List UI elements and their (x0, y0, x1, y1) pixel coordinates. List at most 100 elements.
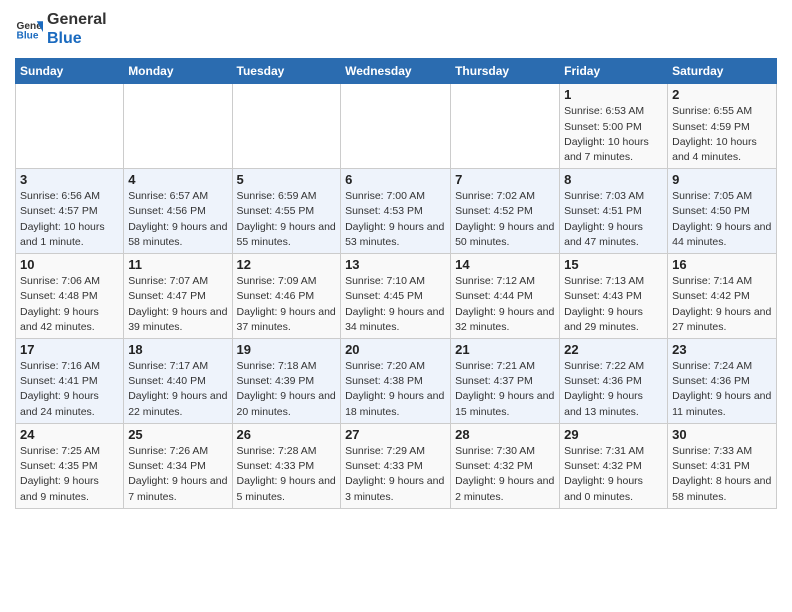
day-info: Sunrise: 7:30 AM Sunset: 4:32 PM Dayligh… (455, 444, 555, 505)
calendar-cell: 30 Sunrise: 7:33 AM Sunset: 4:31 PM Dayli… (668, 423, 777, 508)
logo-icon: General Blue (15, 15, 43, 43)
calendar-cell: 27 Sunrise: 7:29 AM Sunset: 4:33 PM Dayli… (341, 423, 451, 508)
day-info: Sunrise: 7:33 AM Sunset: 4:31 PM Dayligh… (672, 444, 772, 505)
day-info: Sunrise: 7:24 AM Sunset: 4:36 PM Dayligh… (672, 359, 772, 420)
day-number: 23 (672, 342, 772, 357)
day-info: Sunrise: 7:29 AM Sunset: 4:33 PM Dayligh… (345, 444, 446, 505)
day-number: 7 (455, 172, 555, 187)
logo: General Blue General Blue (15, 10, 107, 48)
day-number: 20 (345, 342, 446, 357)
header-cell-thursday: Thursday (451, 59, 560, 84)
day-info: Sunrise: 7:22 AM Sunset: 4:36 PM Dayligh… (564, 359, 663, 420)
day-number: 30 (672, 427, 772, 442)
calendar-cell (16, 84, 124, 169)
day-info: Sunrise: 7:03 AM Sunset: 4:51 PM Dayligh… (564, 189, 663, 250)
calendar-cell: 29Sunrise: 7:31 AM Sunset: 4:32 PM Dayli… (560, 423, 668, 508)
header-cell-wednesday: Wednesday (341, 59, 451, 84)
day-number: 1 (564, 87, 663, 102)
calendar-cell (341, 84, 451, 169)
calendar-cell: 5Sunrise: 6:59 AM Sunset: 4:55 PM Daylig… (232, 169, 341, 254)
day-number: 3 (20, 172, 119, 187)
page-header: General Blue General Blue (15, 10, 777, 48)
day-info: Sunrise: 7:18 AM Sunset: 4:39 PM Dayligh… (237, 359, 337, 420)
calendar-cell: 2Sunrise: 6:55 AM Sunset: 4:59 PM Daylig… (668, 84, 777, 169)
day-number: 6 (345, 172, 446, 187)
day-info: Sunrise: 7:12 AM Sunset: 4:44 PM Dayligh… (455, 274, 555, 335)
calendar-cell: 14 Sunrise: 7:12 AM Sunset: 4:44 PM Dayli… (451, 254, 560, 339)
calendar-cell: 1 Sunrise: 6:53 AM Sunset: 5:00 PM Daylig… (560, 84, 668, 169)
day-number: 15 (564, 257, 663, 272)
day-info: Sunrise: 6:57 AM Sunset: 4:56 PM Dayligh… (128, 189, 227, 250)
calendar-week-4: 24 Sunrise: 7:25 AM Sunset: 4:35 PM Dayli… (16, 423, 777, 508)
day-info: Sunrise: 7:13 AM Sunset: 4:43 PM Dayligh… (564, 274, 663, 335)
day-number: 19 (237, 342, 337, 357)
calendar-week-3: 17 Sunrise: 7:16 AM Sunset: 4:41 PM Dayli… (16, 339, 777, 424)
day-number: 18 (128, 342, 227, 357)
calendar-header: SundayMondayTuesdayWednesdayThursdayFrid… (16, 59, 777, 84)
day-number: 26 (237, 427, 337, 442)
calendar-cell: 24 Sunrise: 7:25 AM Sunset: 4:35 PM Dayli… (16, 423, 124, 508)
day-info: Sunrise: 6:53 AM Sunset: 5:00 PM Dayligh… (564, 104, 663, 165)
calendar-cell: 19 Sunrise: 7:18 AM Sunset: 4:39 PM Dayli… (232, 339, 341, 424)
day-number: 16 (672, 257, 772, 272)
day-info: Sunrise: 7:10 AM Sunset: 4:45 PM Dayligh… (345, 274, 446, 335)
day-info: Sunrise: 7:09 AM Sunset: 4:46 PM Dayligh… (237, 274, 337, 335)
calendar-cell: 13 Sunrise: 7:10 AM Sunset: 4:45 PM Dayli… (341, 254, 451, 339)
calendar-cell: 9 Sunrise: 7:05 AM Sunset: 4:50 PM Daylig… (668, 169, 777, 254)
calendar-cell: 18 Sunrise: 7:17 AM Sunset: 4:40 PM Dayli… (124, 339, 232, 424)
day-info: Sunrise: 7:02 AM Sunset: 4:52 PM Dayligh… (455, 189, 555, 250)
logo-text: General Blue (47, 10, 107, 48)
calendar-cell: 10Sunrise: 7:06 AM Sunset: 4:48 PM Dayli… (16, 254, 124, 339)
calendar-cell: 17 Sunrise: 7:16 AM Sunset: 4:41 PM Dayli… (16, 339, 124, 424)
day-info: Sunrise: 6:59 AM Sunset: 4:55 PM Dayligh… (237, 189, 337, 250)
day-info: Sunrise: 7:20 AM Sunset: 4:38 PM Dayligh… (345, 359, 446, 420)
day-number: 13 (345, 257, 446, 272)
calendar-week-0: 1 Sunrise: 6:53 AM Sunset: 5:00 PM Daylig… (16, 84, 777, 169)
day-number: 14 (455, 257, 555, 272)
day-info: Sunrise: 7:06 AM Sunset: 4:48 PM Dayligh… (20, 274, 119, 335)
calendar-cell (232, 84, 341, 169)
day-info: Sunrise: 7:25 AM Sunset: 4:35 PM Dayligh… (20, 444, 119, 505)
day-info: Sunrise: 6:55 AM Sunset: 4:59 PM Dayligh… (672, 104, 772, 165)
day-number: 27 (345, 427, 446, 442)
calendar-cell: 26 Sunrise: 7:28 AM Sunset: 4:33 PM Dayli… (232, 423, 341, 508)
day-number: 9 (672, 172, 772, 187)
svg-text:Blue: Blue (17, 31, 39, 42)
calendar-cell: 11Sunrise: 7:07 AM Sunset: 4:47 PM Dayli… (124, 254, 232, 339)
calendar-cell: 6Sunrise: 7:00 AM Sunset: 4:53 PM Daylig… (341, 169, 451, 254)
day-info: Sunrise: 7:28 AM Sunset: 4:33 PM Dayligh… (237, 444, 337, 505)
day-number: 28 (455, 427, 555, 442)
calendar-cell: 8 Sunrise: 7:03 AM Sunset: 4:51 PM Daylig… (560, 169, 668, 254)
calendar-cell: 20 Sunrise: 7:20 AM Sunset: 4:38 PM Dayli… (341, 339, 451, 424)
calendar-cell: 23 Sunrise: 7:24 AM Sunset: 4:36 PM Dayli… (668, 339, 777, 424)
day-info: Sunrise: 7:21 AM Sunset: 4:37 PM Dayligh… (455, 359, 555, 420)
day-info: Sunrise: 7:14 AM Sunset: 4:42 PM Dayligh… (672, 274, 772, 335)
day-info: Sunrise: 7:07 AM Sunset: 4:47 PM Dayligh… (128, 274, 227, 335)
calendar-cell: 15 Sunrise: 7:13 AM Sunset: 4:43 PM Dayli… (560, 254, 668, 339)
calendar-week-2: 10Sunrise: 7:06 AM Sunset: 4:48 PM Dayli… (16, 254, 777, 339)
calendar-cell: 22Sunrise: 7:22 AM Sunset: 4:36 PM Dayli… (560, 339, 668, 424)
calendar-body: 1 Sunrise: 6:53 AM Sunset: 5:00 PM Daylig… (16, 84, 777, 508)
calendar-cell: 21 Sunrise: 7:21 AM Sunset: 4:37 PM Dayli… (451, 339, 560, 424)
header-cell-monday: Monday (124, 59, 232, 84)
day-number: 17 (20, 342, 119, 357)
header-cell-tuesday: Tuesday (232, 59, 341, 84)
calendar-cell: 25Sunrise: 7:26 AM Sunset: 4:34 PM Dayli… (124, 423, 232, 508)
calendar-cell: 7 Sunrise: 7:02 AM Sunset: 4:52 PM Daylig… (451, 169, 560, 254)
calendar-cell (451, 84, 560, 169)
calendar-cell: 4 Sunrise: 6:57 AM Sunset: 4:56 PM Daylig… (124, 169, 232, 254)
day-info: Sunrise: 7:16 AM Sunset: 4:41 PM Dayligh… (20, 359, 119, 420)
day-number: 24 (20, 427, 119, 442)
day-number: 4 (128, 172, 227, 187)
header-cell-sunday: Sunday (16, 59, 124, 84)
header-cell-friday: Friday (560, 59, 668, 84)
calendar-cell: 3Sunrise: 6:56 AM Sunset: 4:57 PM Daylig… (16, 169, 124, 254)
day-number: 21 (455, 342, 555, 357)
day-info: Sunrise: 7:31 AM Sunset: 4:32 PM Dayligh… (564, 444, 663, 505)
calendar-table: SundayMondayTuesdayWednesdayThursdayFrid… (15, 58, 777, 508)
day-info: Sunrise: 7:17 AM Sunset: 4:40 PM Dayligh… (128, 359, 227, 420)
calendar-cell: 12Sunrise: 7:09 AM Sunset: 4:46 PM Dayli… (232, 254, 341, 339)
day-info: Sunrise: 7:05 AM Sunset: 4:50 PM Dayligh… (672, 189, 772, 250)
day-number: 8 (564, 172, 663, 187)
header-cell-saturday: Saturday (668, 59, 777, 84)
